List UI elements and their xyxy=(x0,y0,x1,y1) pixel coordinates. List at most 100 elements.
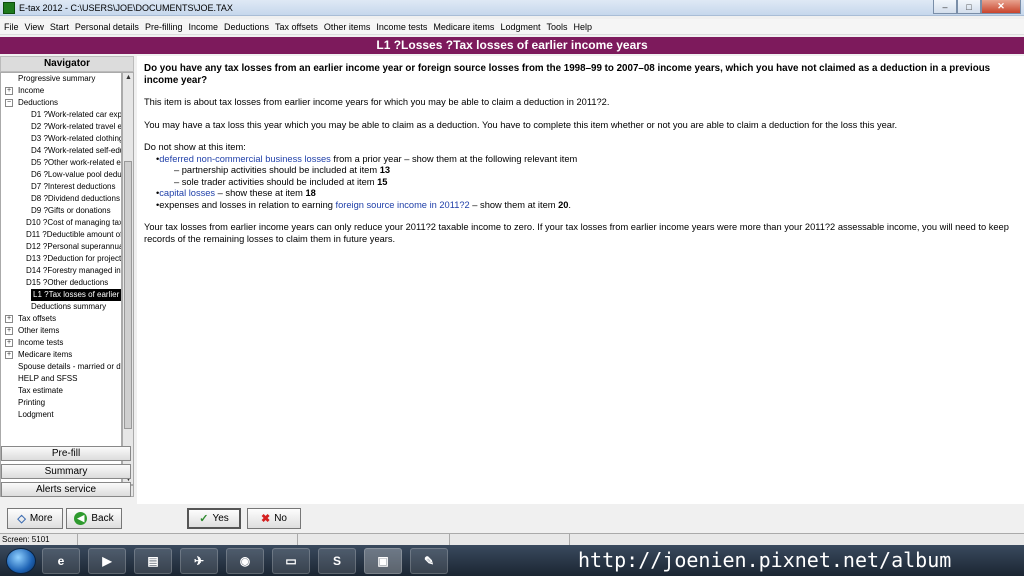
capital-losses-link[interactable]: capital losses xyxy=(159,188,215,198)
expand-icon[interactable]: + xyxy=(5,351,13,359)
menu-tools[interactable]: Tools xyxy=(546,22,567,32)
bullet-capital-losses: •capital losses – show these at item 18 xyxy=(156,188,316,198)
nav-item-label: D7 ?Interest deductions xyxy=(31,182,116,191)
paint-icon[interactable]: ✎ xyxy=(410,547,448,574)
nav-item-label: Lodgment xyxy=(18,410,54,419)
expand-icon[interactable]: + xyxy=(5,87,13,95)
menu-pre-filling[interactable]: Pre-filling xyxy=(145,22,183,32)
no-label: No xyxy=(274,513,287,524)
nav-item[interactable]: Printing xyxy=(1,397,121,409)
file-explorer-icon[interactable]: ▤ xyxy=(134,547,172,574)
nav-item[interactable]: + Income tests xyxy=(1,337,121,349)
nav-item[interactable]: D2 ?Work-related travel expenses xyxy=(1,121,121,133)
nav-item-label: D2 ?Work-related travel expenses xyxy=(31,122,121,131)
etax-taskbar-icon[interactable]: ▣ xyxy=(364,547,402,574)
tax-loss-paragraph: You may have a tax loss this year which … xyxy=(144,119,898,130)
nav-item-label: D13 ?Deduction for project pool xyxy=(26,254,121,263)
nav-item[interactable]: D13 ?Deduction for project pool xyxy=(1,253,121,265)
item-number: 13 xyxy=(379,165,391,175)
deferred-losses-link[interactable]: deferred non-commercial business losses xyxy=(159,154,331,164)
nav-item-label: Income xyxy=(18,86,45,95)
summary-button[interactable]: Summary xyxy=(1,464,131,479)
alerts-service-button[interactable]: Alerts service xyxy=(1,482,131,497)
scroll-thumb[interactable] xyxy=(124,161,132,429)
menu-help[interactable]: Help xyxy=(573,22,592,32)
menu-personal-details[interactable]: Personal details xyxy=(75,22,139,32)
nav-item[interactable]: D1 ?Work-related car expenses xyxy=(1,109,121,121)
nav-item[interactable]: Spouse details - married or de facto xyxy=(1,361,121,373)
item-number: 20 xyxy=(558,199,569,210)
nav-item-label: D14 ?Forestry managed investment xyxy=(26,266,121,275)
menu-view[interactable]: View xyxy=(25,22,44,32)
menu-start[interactable]: Start xyxy=(50,22,69,32)
menu-medicare-items[interactable]: Medicare items xyxy=(433,22,494,32)
scroll-up-icon[interactable]: ▲ xyxy=(125,74,132,81)
bullet-deferred-losses: •deferred non-commercial business losses… xyxy=(156,153,578,164)
more-button[interactable]: ◇ More xyxy=(7,508,63,529)
nav-item[interactable]: D10 ?Cost of managing tax affairs xyxy=(1,217,121,229)
nav-item[interactable]: Deductions summary xyxy=(1,301,121,313)
nav-item[interactable]: L1 ?Tax losses of earlier xyxy=(1,289,121,301)
back-button[interactable]: ◀ Back xyxy=(66,508,122,529)
nav-item[interactable]: Progressive summary xyxy=(1,73,121,85)
nav-item-label: Other items xyxy=(18,326,60,335)
media-player-icon[interactable]: ▶ xyxy=(88,547,126,574)
menu-lodgment[interactable]: Lodgment xyxy=(500,22,540,32)
nav-item[interactable]: HELP and SFSS xyxy=(1,373,121,385)
navigator-panel: Navigator Progressive summary + Income − Ded… xyxy=(0,56,134,501)
intro-paragraph: This item is about tax losses from earli… xyxy=(144,97,610,107)
nav-item[interactable]: D12 ?Personal superannuation xyxy=(1,241,121,253)
back-arrow-icon: ◀ xyxy=(74,512,88,525)
nav-item[interactable]: − Deductions xyxy=(1,97,121,109)
nav-item[interactable]: + Medicare items xyxy=(1,349,121,361)
nav-item[interactable]: D6 ?Low-value pool deduction xyxy=(1,169,121,181)
menu-other-items[interactable]: Other items xyxy=(324,22,371,32)
window-controls: – □ ✕ xyxy=(933,0,1021,14)
pre-fill-button[interactable]: Pre-fill xyxy=(1,446,131,461)
nav-item[interactable]: Tax estimate xyxy=(1,385,121,397)
skype-icon[interactable]: S xyxy=(318,547,356,574)
close-button[interactable]: ✕ xyxy=(981,0,1021,14)
nav-item[interactable]: D8 ?Dividend deductions xyxy=(1,193,121,205)
nav-item[interactable]: Lodgment xyxy=(1,409,121,421)
nav-item-label: HELP and SFSS xyxy=(18,374,78,383)
nav-item[interactable]: + Other items xyxy=(1,325,121,337)
collapse-icon[interactable]: − xyxy=(5,99,13,107)
app-icon[interactable]: ✈ xyxy=(180,547,218,574)
minimize-button[interactable]: – xyxy=(933,0,957,14)
nav-item[interactable]: + Income xyxy=(1,85,121,97)
menu-deductions[interactable]: Deductions xyxy=(224,22,269,32)
nav-item[interactable]: D11 ?Deductible amount of xyxy=(1,229,121,241)
maximize-button[interactable]: □ xyxy=(957,0,981,14)
menu-income[interactable]: Income xyxy=(188,22,218,32)
menu-file[interactable]: File xyxy=(4,22,19,32)
nav-item-label: D5 ?Other work-related expenses xyxy=(31,158,121,167)
bullet-text: expenses and losses in relation to earni… xyxy=(159,199,336,210)
yes-button[interactable]: ✓ Yes xyxy=(187,508,241,529)
nav-item[interactable]: D3 ?Work-related clothing xyxy=(1,133,121,145)
menu-tax-offsets[interactable]: Tax offsets xyxy=(275,22,318,32)
nav-item[interactable]: D4 ?Work-related self-education xyxy=(1,145,121,157)
nav-item[interactable]: + Tax offsets xyxy=(1,313,121,325)
do-not-show-heading: Do not show at this item: xyxy=(144,142,246,152)
expand-icon[interactable]: + xyxy=(5,339,13,347)
nav-item[interactable]: D5 ?Other work-related expenses xyxy=(1,157,121,169)
menu-income-tests[interactable]: Income tests xyxy=(376,22,427,32)
nav-item[interactable]: D7 ?Interest deductions xyxy=(1,181,121,193)
expand-icon[interactable]: + xyxy=(5,315,13,323)
nav-item-label: Deductions summary xyxy=(31,302,107,311)
sub-bullet-partnership: – partnership activities should be inclu… xyxy=(144,165,1017,177)
no-button[interactable]: ✖ No xyxy=(247,508,301,529)
nav-item-label: Tax offsets xyxy=(18,314,57,323)
chrome-icon[interactable]: ◉ xyxy=(226,547,264,574)
nav-item[interactable]: D14 ?Forestry managed investment xyxy=(1,265,121,277)
internet-explorer-icon[interactable]: e xyxy=(42,547,80,574)
sub-bullet-text: – partnership activities should be inclu… xyxy=(174,165,380,175)
navigator-vertical-scrollbar[interactable]: ▲ ▼ xyxy=(122,72,134,485)
folder-icon[interactable]: ▭ xyxy=(272,547,310,574)
nav-item[interactable]: D15 ?Other deductions xyxy=(1,277,121,289)
foreign-source-income-link[interactable]: foreign source income in 2011?2 xyxy=(336,200,470,210)
start-button[interactable] xyxy=(6,547,36,574)
expand-icon[interactable]: + xyxy=(5,327,13,335)
nav-item[interactable]: D9 ?Gifts or donations xyxy=(1,205,121,217)
